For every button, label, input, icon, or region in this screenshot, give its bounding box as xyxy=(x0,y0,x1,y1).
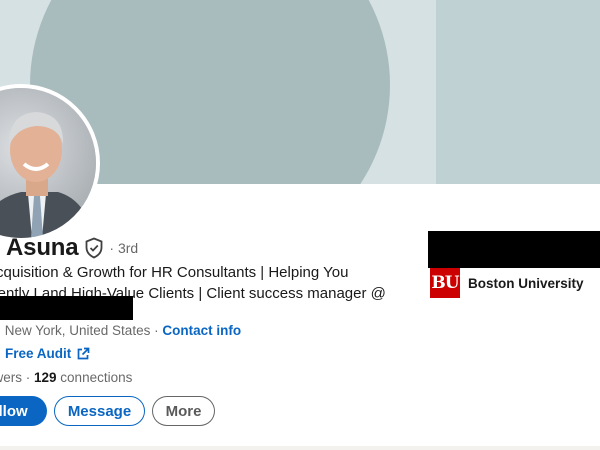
redacted-text xyxy=(0,296,133,320)
more-button[interactable]: More xyxy=(152,396,215,426)
followers-label[interactable]: owers xyxy=(0,370,22,385)
website-row[interactable]: Free Audit xyxy=(5,346,90,361)
contact-info-link[interactable]: Contact info xyxy=(162,323,241,338)
boston-university-logo: BU xyxy=(430,268,460,298)
profile-photo-image xyxy=(0,88,96,238)
headline-line-1: Acquisition & Growth for HR Consultants … xyxy=(0,264,349,281)
name-row: n Asuna · 3rd xyxy=(0,234,138,262)
message-button[interactable]: Message xyxy=(54,396,145,426)
connections-label[interactable]: connections xyxy=(57,370,132,385)
profile-card: n Asuna · 3rd Acquisition & Growth for H… xyxy=(0,0,600,446)
education-name: Boston University xyxy=(468,275,584,291)
connection-degree: · 3rd xyxy=(109,240,139,256)
bu-logo-text: BU xyxy=(431,273,459,293)
redacted-experience xyxy=(428,231,600,268)
network-stats: owers · 129 connections xyxy=(0,370,132,385)
education-item[interactable]: BU Boston University xyxy=(430,268,584,298)
connections-count[interactable]: 129 xyxy=(34,370,57,385)
location-row: rk, New York, United States · Contact in… xyxy=(0,323,241,338)
website-link[interactable]: Free Audit xyxy=(5,346,71,361)
location-separator: · xyxy=(150,323,163,338)
profile-photo[interactable] xyxy=(0,84,100,242)
profile-name: n Asuna xyxy=(0,234,79,261)
external-link-icon xyxy=(77,347,90,359)
follow-button[interactable]: ollow xyxy=(0,396,47,426)
stats-separator: · xyxy=(22,370,35,385)
shield-check-icon[interactable] xyxy=(84,237,104,259)
profile-location: rk, New York, United States xyxy=(0,323,151,338)
